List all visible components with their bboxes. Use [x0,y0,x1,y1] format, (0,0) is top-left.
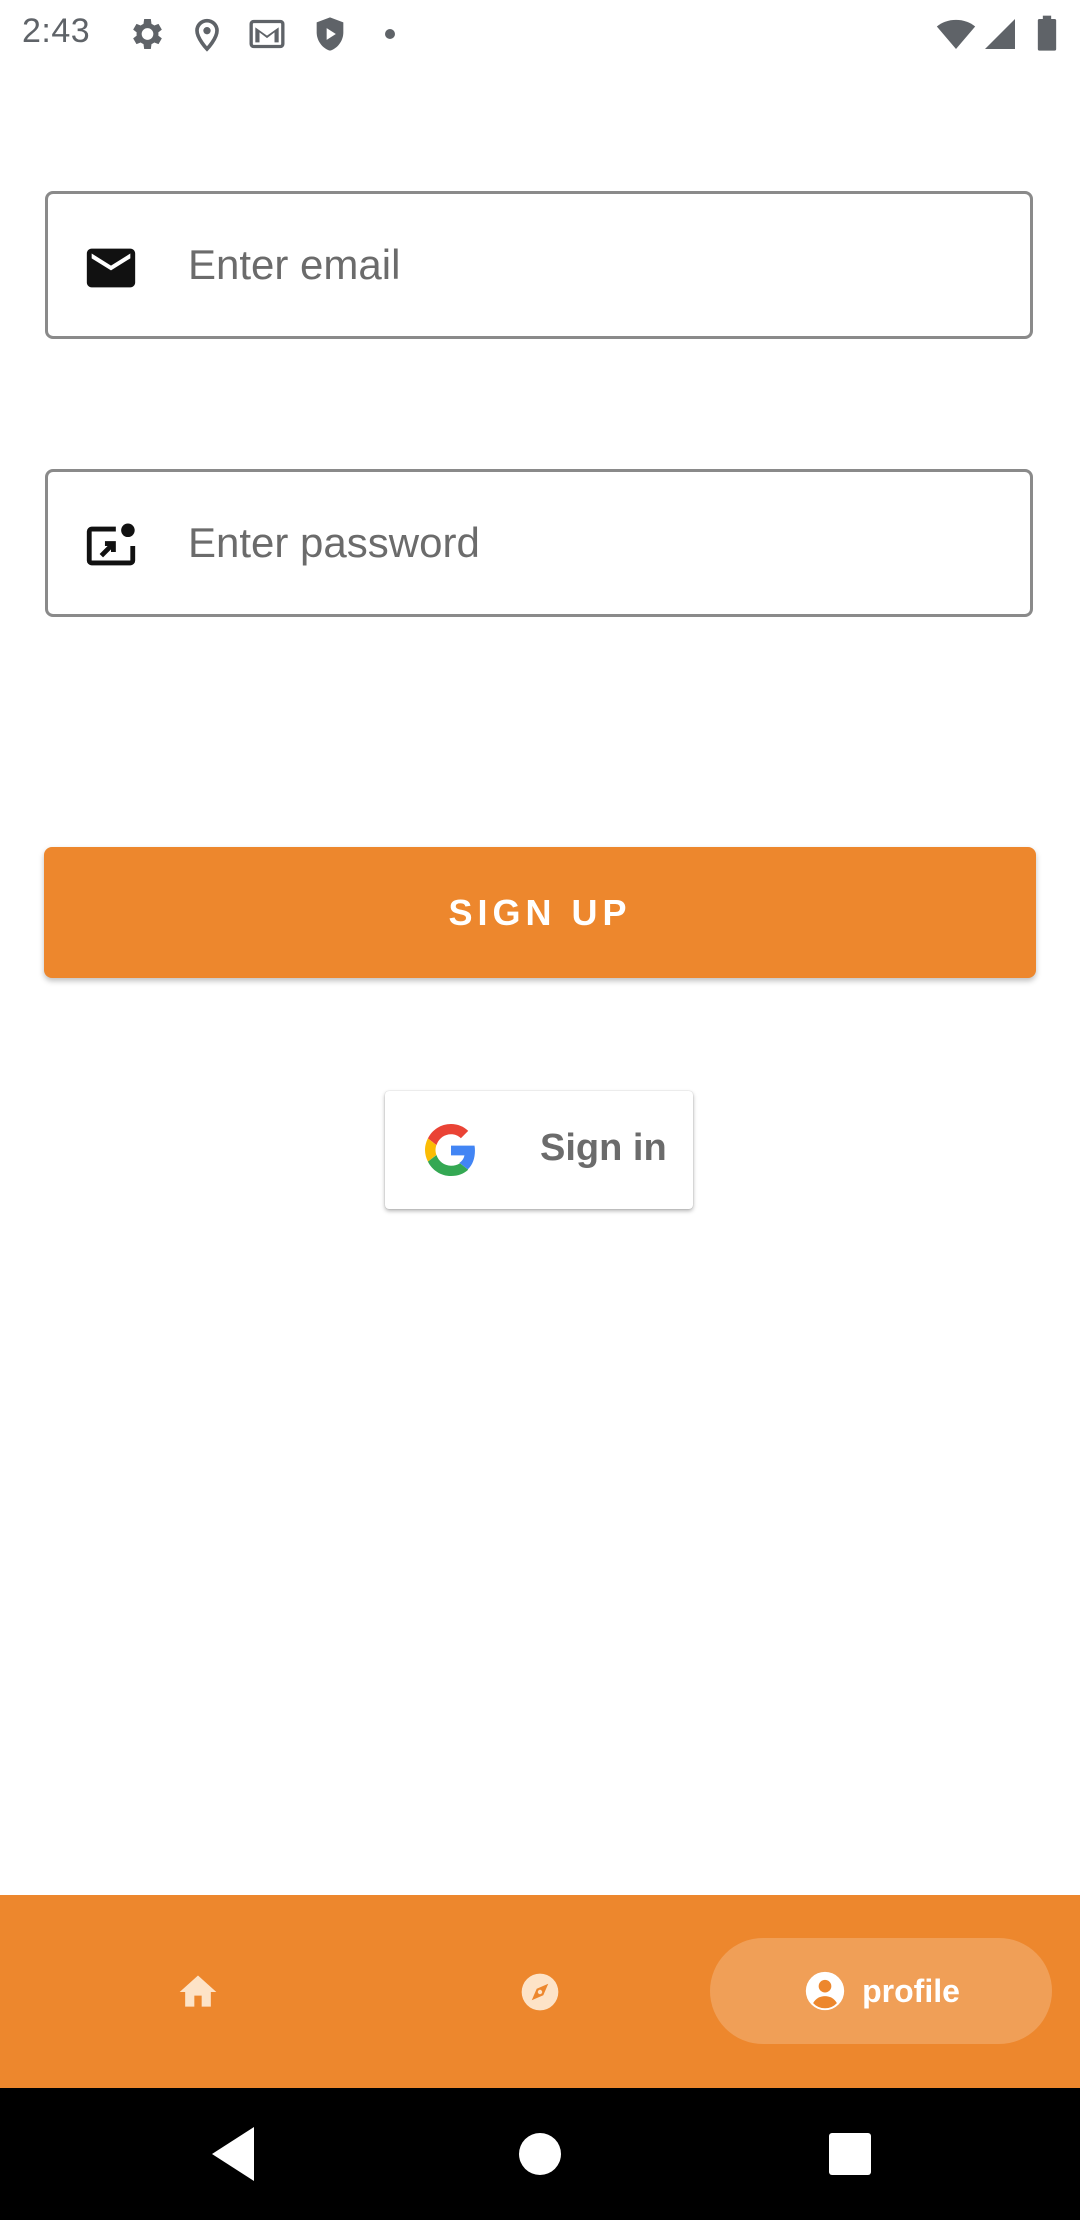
explore-icon [518,1970,562,2014]
system-navigation-bar [0,2088,1080,2220]
settings-icon [126,14,166,54]
location-icon [187,14,227,54]
bottom-navigation: profile [0,1895,1080,2088]
google-sign-in-button[interactable]: Sign in [385,1091,693,1209]
nav-home-button[interactable] [0,1895,396,2088]
nav-profile-label: profile [862,1972,960,2009]
status-time: 2:43 [22,12,91,50]
password-icon [82,517,140,575]
notification-dot-icon [370,14,410,54]
email-field[interactable] [45,191,1033,339]
sign-up-button[interactable]: SIGN UP [44,847,1036,978]
profile-icon [802,1968,848,2014]
gmail-icon [247,14,287,54]
home-icon [176,1970,220,2014]
home-circle-icon[interactable] [504,2118,576,2190]
password-field[interactable] [45,469,1033,617]
back-icon[interactable] [200,2118,272,2190]
password-input[interactable] [188,472,1008,614]
shield-play-icon [310,14,350,54]
google-sign-in-label: Sign in [540,1127,667,1169]
recents-icon[interactable] [814,2118,886,2190]
wifi-icon [934,14,978,54]
status-bar: 2:43 [0,0,1080,66]
sign-up-label: SIGN UP [448,891,632,933]
google-logo-icon [425,1124,477,1176]
nav-explore-button[interactable] [340,1895,740,2088]
cellular-signal-icon [980,14,1020,54]
nav-profile-button[interactable]: profile [710,1938,1052,2044]
mail-icon [82,239,140,297]
email-input[interactable] [188,194,1008,336]
battery-icon [1030,14,1064,54]
